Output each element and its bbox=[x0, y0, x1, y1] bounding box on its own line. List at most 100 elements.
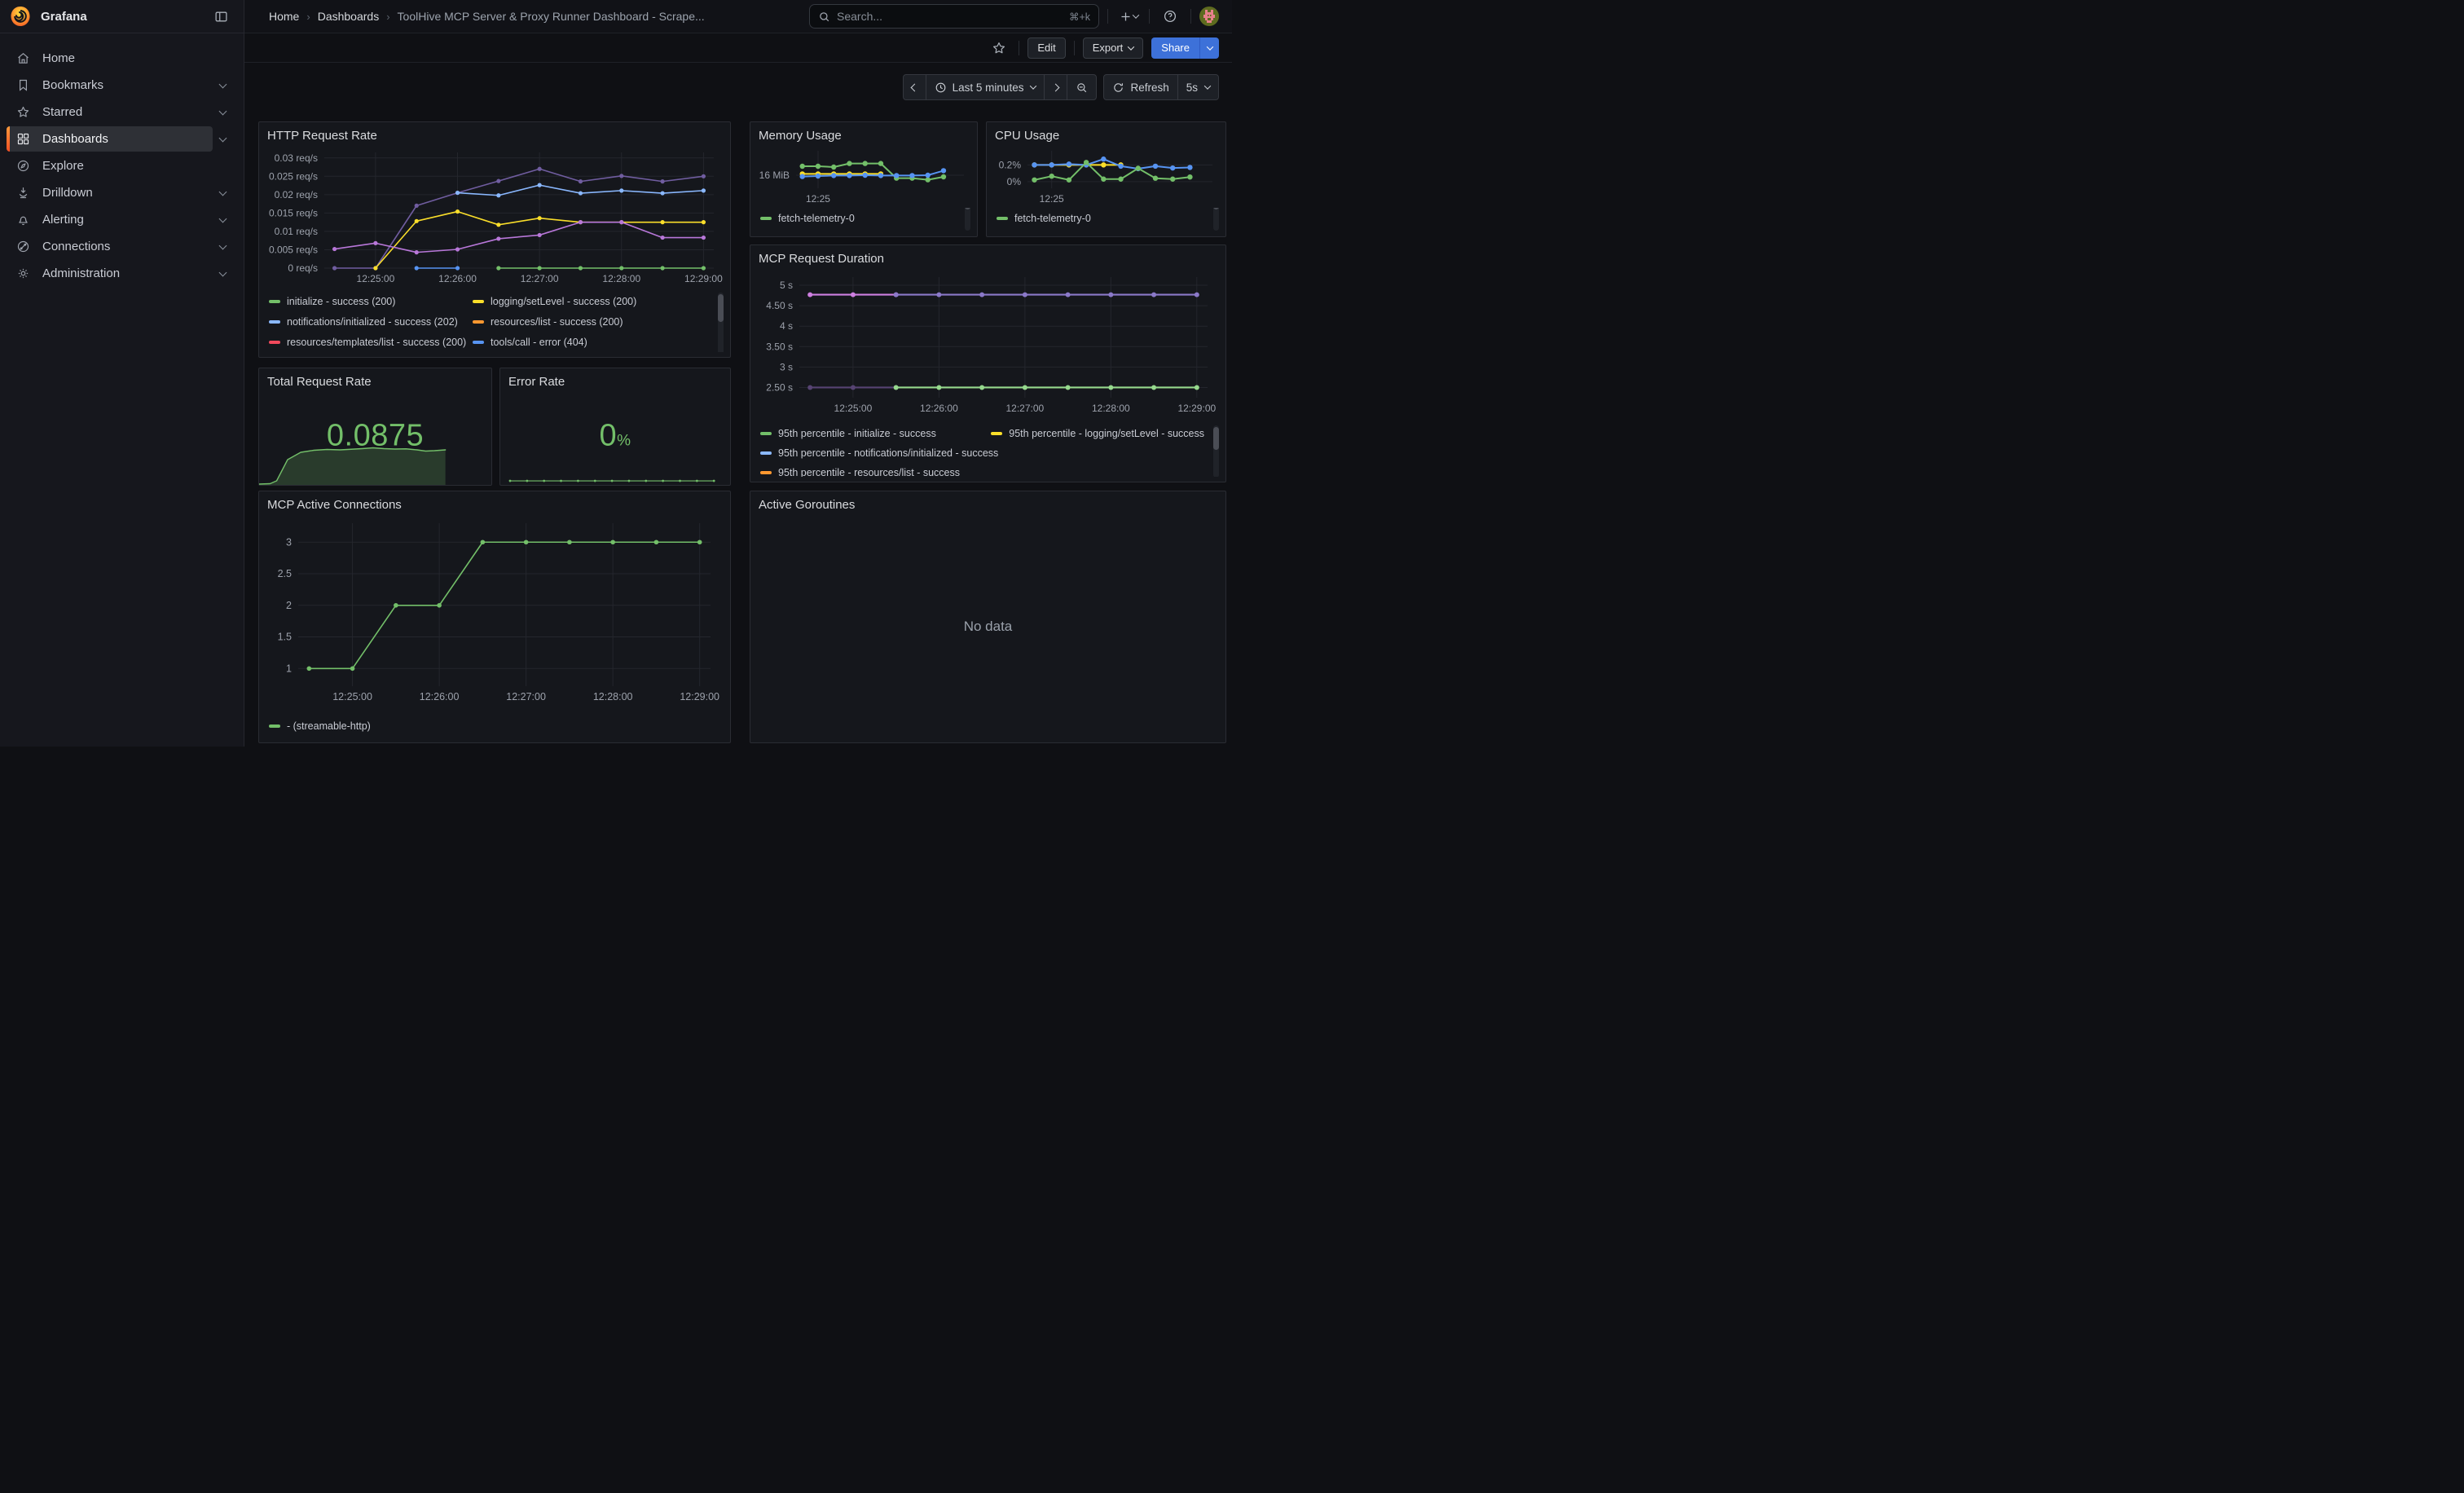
breadcrumb-dashboards[interactable]: Dashboards bbox=[318, 10, 380, 23]
share-options-button[interactable] bbox=[1199, 37, 1219, 59]
search-input[interactable] bbox=[837, 10, 1063, 23]
divider bbox=[1074, 41, 1075, 55]
time-shift-back-button[interactable] bbox=[904, 75, 926, 99]
chevron-down-icon[interactable] bbox=[219, 269, 227, 277]
sidebar-item-label: Dashboards bbox=[42, 132, 108, 146]
share-button[interactable]: Share bbox=[1151, 37, 1199, 59]
panel-title[interactable]: MCP Active Connections bbox=[266, 495, 724, 515]
legend-swatch bbox=[269, 300, 280, 303]
http-request-rate-chart[interactable]: 12:25:0012:26:0012:27:0012:28:0012:29:00… bbox=[266, 146, 724, 289]
legend-scrollbar-thumb[interactable] bbox=[718, 294, 724, 322]
memory-usage-chart[interactable]: 12:2516 MiB bbox=[757, 146, 970, 206]
sidebar-item-label: Starred bbox=[42, 105, 82, 119]
time-shift-forward-button[interactable] bbox=[1044, 75, 1067, 99]
mcp-active-connections-chart[interactable]: 12:25:0012:26:0012:27:0012:28:0012:29:00… bbox=[266, 515, 724, 714]
sidebar-item-drilldown[interactable]: Drilldown bbox=[0, 179, 244, 206]
legend-item[interactable]: initialize - success (200) bbox=[269, 296, 473, 307]
svg-text:0.2%: 0.2% bbox=[999, 159, 1022, 170]
sidebar-item-explore[interactable]: Explore bbox=[0, 152, 244, 179]
svg-text:5 s: 5 s bbox=[780, 280, 793, 291]
favorite-star-button[interactable] bbox=[988, 37, 1010, 59]
sidebar-item-connections[interactable]: Connections bbox=[0, 233, 244, 260]
legend-scrollbar-thumb[interactable] bbox=[1213, 427, 1219, 450]
refresh-icon bbox=[1112, 81, 1124, 94]
svg-text:0.01 req/s: 0.01 req/s bbox=[275, 226, 318, 237]
legend-item[interactable]: notifications/initialized - success (202… bbox=[269, 316, 473, 328]
cpu-usage-chart[interactable]: 12:250.2%0% bbox=[993, 146, 1219, 206]
drilldown-icon bbox=[16, 186, 30, 200]
sidebar-item-home[interactable]: Home bbox=[0, 45, 244, 72]
chevron-down-icon[interactable] bbox=[219, 108, 227, 116]
legend-item[interactable]: resources/list - success (200) bbox=[473, 316, 623, 328]
memory-legend: fetch-telemetry-0 bbox=[757, 208, 970, 231]
sidebar-item-dashboards[interactable]: Dashboards bbox=[0, 126, 244, 152]
help-button[interactable] bbox=[1158, 4, 1182, 29]
stat-unit: % bbox=[617, 433, 631, 450]
sidebar-item-starred[interactable]: Starred bbox=[0, 99, 244, 126]
legend-item[interactable]: tools/call - error (404) bbox=[473, 337, 587, 348]
panel-title[interactable]: MCP Request Duration bbox=[757, 249, 1219, 269]
panel-title[interactable]: Total Request Rate bbox=[266, 372, 485, 392]
legend-item[interactable]: logging/setLevel - success (200) bbox=[473, 296, 636, 307]
dashboard-toolbar: Edit Export Share bbox=[244, 33, 1232, 63]
new-button[interactable] bbox=[1116, 4, 1141, 29]
svg-text:0.02 req/s: 0.02 req/s bbox=[275, 189, 318, 200]
grafana-logo-icon bbox=[10, 6, 31, 27]
legend-swatch bbox=[760, 471, 772, 474]
legend-item[interactable]: - (streamable-http) bbox=[269, 720, 371, 732]
legend-swatch bbox=[269, 341, 280, 344]
panel-title[interactable]: Error Rate bbox=[507, 372, 724, 392]
sidebar-item-administration[interactable]: Administration bbox=[0, 260, 244, 287]
chevron-down-icon[interactable] bbox=[219, 215, 227, 223]
stat-value: 0.0875 bbox=[266, 419, 485, 454]
time-range-picker[interactable]: Last 5 minutes bbox=[926, 75, 1045, 99]
user-avatar[interactable] bbox=[1199, 7, 1219, 26]
svg-text:12:27:00: 12:27:00 bbox=[521, 273, 559, 284]
legend-label: fetch-telemetry-0 bbox=[1014, 213, 1091, 224]
legend-label: 95th percentile - logging/setLevel - suc… bbox=[1009, 428, 1204, 439]
legend-item[interactable]: 95th percentile - logging/setLevel - suc… bbox=[991, 428, 1204, 439]
zoom-out-time-button[interactable] bbox=[1067, 75, 1096, 99]
refresh-interval-label: 5s bbox=[1186, 81, 1198, 94]
legend-label: resources/templates/list - success (200) bbox=[287, 337, 466, 348]
edit-button[interactable]: Edit bbox=[1027, 37, 1065, 59]
legend-item[interactable]: fetch-telemetry-0 bbox=[997, 213, 1091, 224]
legend-item[interactable]: 95th percentile - resources/list - succe… bbox=[760, 467, 1037, 477]
chevron-down-icon[interactable] bbox=[219, 188, 227, 196]
legend-row: fetch-telemetry-0 bbox=[760, 208, 970, 229]
panel-title[interactable]: HTTP Request Rate bbox=[266, 126, 724, 146]
breadcrumb-home[interactable]: Home bbox=[269, 10, 299, 23]
active-item-accent-bar bbox=[7, 126, 10, 152]
legend-item[interactable]: 95th percentile - notifications/initiali… bbox=[760, 447, 1037, 459]
export-button[interactable]: Export bbox=[1083, 37, 1144, 59]
search-box[interactable]: ⌘+k bbox=[809, 4, 1099, 29]
legend-item[interactable]: resources/templates/list - success (200) bbox=[269, 337, 473, 348]
legend-row: 95th percentile - initialize - success 95… bbox=[760, 424, 1219, 443]
legend-swatch bbox=[269, 724, 280, 728]
sidebar-item-label: Drilldown bbox=[42, 186, 93, 200]
legend-swatch bbox=[760, 217, 772, 220]
legend-label: 95th percentile - resources/list - succe… bbox=[778, 467, 960, 477]
panel-title[interactable]: CPU Usage bbox=[993, 126, 1219, 146]
star-icon bbox=[16, 105, 30, 119]
chevron-down-icon[interactable] bbox=[219, 242, 227, 250]
refresh-interval-picker[interactable]: 5s bbox=[1177, 75, 1218, 99]
legend-item[interactable]: 95th percentile - initialize - success bbox=[760, 428, 991, 439]
panel-title[interactable]: Active Goroutines bbox=[757, 495, 1219, 515]
sidebar-item-bookmarks[interactable]: Bookmarks bbox=[0, 72, 244, 99]
legend-swatch bbox=[473, 300, 484, 303]
panel-mcp-active-connections: MCP Active Connections 12:25:0012:26:001… bbox=[258, 491, 731, 743]
chevron-down-icon[interactable] bbox=[219, 81, 227, 89]
panel-memory-usage: Memory Usage 12:2516 MiB fetch-telemetry… bbox=[750, 121, 978, 237]
sidebar-collapse-button[interactable] bbox=[209, 5, 232, 28]
panel-title[interactable]: Memory Usage bbox=[757, 126, 970, 146]
svg-text:0.025 req/s: 0.025 req/s bbox=[269, 170, 318, 182]
refresh-button[interactable]: Refresh bbox=[1104, 75, 1177, 99]
legend-item[interactable]: fetch-telemetry-0 bbox=[760, 213, 855, 224]
breadcrumb: Home › Dashboards › ToolHive MCP Server … bbox=[269, 10, 809, 23]
legend-label: logging/setLevel - success (200) bbox=[491, 296, 636, 307]
mcp-request-duration-chart[interactable]: 12:25:0012:26:0012:27:0012:28:0012:29:00… bbox=[757, 269, 1219, 422]
sidebar-item-alerting[interactable]: Alerting bbox=[0, 206, 244, 233]
chevron-down-icon[interactable] bbox=[219, 134, 227, 143]
legend-label: - (streamable-http) bbox=[287, 720, 371, 732]
